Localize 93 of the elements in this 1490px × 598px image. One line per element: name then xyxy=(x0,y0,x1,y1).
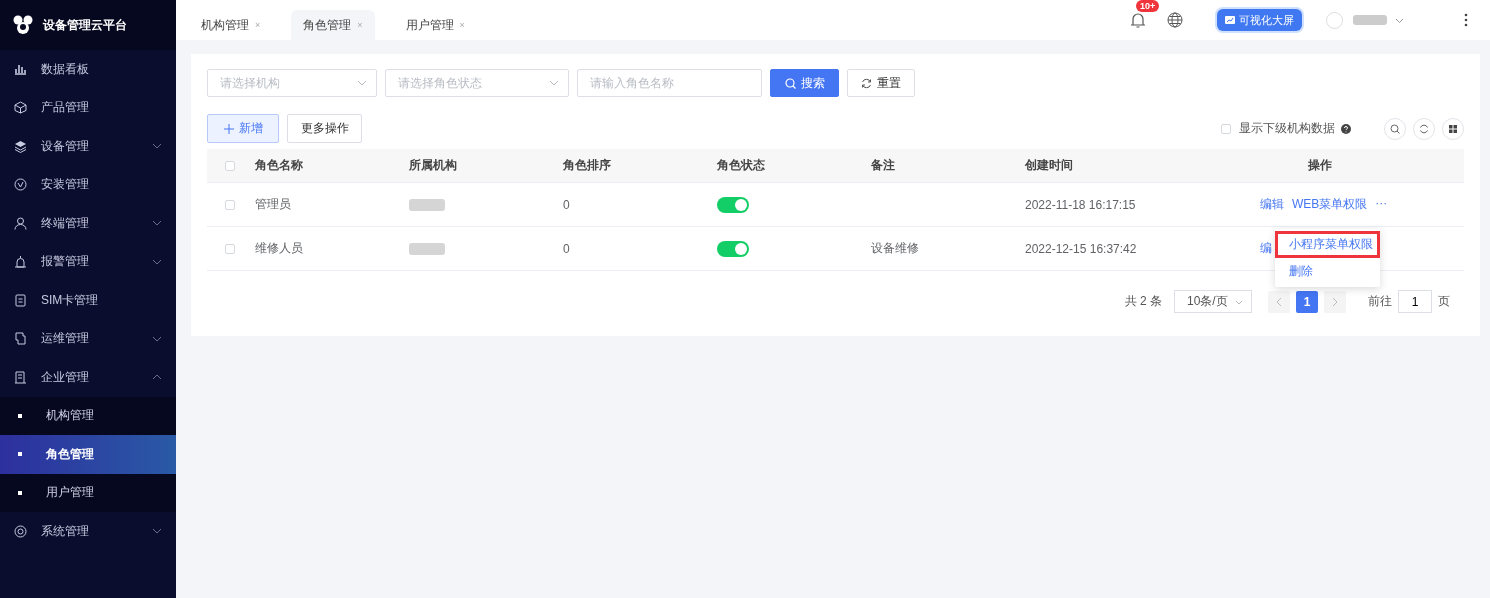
alarm-icon xyxy=(14,255,27,269)
refresh-button[interactable] xyxy=(1413,117,1435,140)
table-cell-text: 设备维修 xyxy=(871,240,920,257)
chevron-left-icon xyxy=(1276,297,1282,306)
user-icon xyxy=(14,216,27,230)
column-header: 操作 xyxy=(1307,157,1333,174)
sidebar-item[interactable]: 安装管理 xyxy=(0,165,176,204)
check-circle-icon xyxy=(14,178,27,192)
bar-chart-icon xyxy=(14,62,27,76)
column-header: 角色状态 xyxy=(717,157,766,174)
column-header: 创建时间 xyxy=(1025,157,1074,174)
dashboard-button[interactable]: 可视化大屏 xyxy=(1217,9,1302,31)
menu-item[interactable]: 删除 xyxy=(1275,258,1380,285)
sidebar-item[interactable]: 产品管理 xyxy=(0,88,176,127)
document-icon xyxy=(14,332,27,346)
select-field[interactable]: 请选择机构 xyxy=(207,69,377,97)
bell-icon[interactable] xyxy=(1129,11,1147,29)
page-input[interactable]: 1 xyxy=(1398,290,1432,313)
chevron-right-icon xyxy=(1332,297,1338,306)
page-size-select[interactable]: 10条/页 xyxy=(1174,290,1252,313)
monitor-icon xyxy=(1225,16,1235,24)
action-link[interactable]: 编 xyxy=(1260,240,1272,257)
next-page-button[interactable] xyxy=(1324,290,1346,313)
reset-button[interactable]: 重置 xyxy=(847,69,915,97)
checkbox-label: 显示下级机构数据 xyxy=(1239,120,1335,137)
columns-button[interactable] xyxy=(1442,117,1464,140)
add-button[interactable]: 新增 xyxy=(207,114,279,143)
chevron-down-icon xyxy=(549,78,559,88)
column-header: 所属机构 xyxy=(409,157,458,174)
table-cell-text: 2022-11-18 16:17:15 xyxy=(1025,197,1137,212)
submenu-item[interactable]: 用户管理 xyxy=(0,473,176,512)
checkbox[interactable] xyxy=(225,243,235,254)
layers-icon xyxy=(14,139,27,153)
column-header: 角色名称 xyxy=(255,157,304,174)
search-icon xyxy=(784,77,796,89)
toggle-switch[interactable] xyxy=(717,240,749,257)
logo-icon xyxy=(13,15,33,35)
page-suffix: 页 xyxy=(1438,293,1450,310)
sidebar-item[interactable]: 终端管理 xyxy=(0,204,176,243)
table-cell-text: 管理员 xyxy=(255,196,292,213)
jump-label: 前往 xyxy=(1368,293,1392,310)
action-link[interactable]: WEB菜单权限 xyxy=(1292,196,1368,213)
page-button[interactable]: 1 xyxy=(1296,290,1318,313)
menu-item[interactable]: 小程序菜单权限 xyxy=(1275,231,1380,258)
grid-icon xyxy=(1448,123,1458,134)
column-header: 备注 xyxy=(871,157,896,174)
app-title: 设备管理云平台 xyxy=(43,16,127,34)
search-icon xyxy=(1390,123,1400,134)
search-button[interactable]: 搜索 xyxy=(770,69,839,97)
submenu-item[interactable]: 机构管理 xyxy=(0,396,176,435)
settings-icon xyxy=(14,524,27,538)
globe-icon[interactable] xyxy=(1167,12,1183,28)
sidebar-item[interactable]: 数据看板 xyxy=(0,50,176,89)
action-link[interactable]: 编辑 xyxy=(1260,196,1284,213)
table-cell-text: 维修人员 xyxy=(255,240,304,257)
total-count: 共 2 条 xyxy=(1124,293,1162,310)
input-field[interactable]: 请输入角色名称 xyxy=(577,69,762,97)
column-header: 角色排序 xyxy=(563,157,612,174)
notification-badge: 10+ xyxy=(1136,0,1160,12)
sidebar-item[interactable]: SIM卡管理 xyxy=(0,281,176,320)
sidebar-item[interactable]: 运维管理 xyxy=(0,319,176,358)
sidebar-item[interactable]: 系统管理 xyxy=(0,512,176,551)
search-button[interactable] xyxy=(1384,117,1406,140)
submenu-item[interactable]: 角色管理 xyxy=(0,435,176,474)
checkbox[interactable] xyxy=(1221,123,1231,134)
more-vertical-icon[interactable] xyxy=(1464,13,1468,27)
prev-page-button[interactable] xyxy=(1268,290,1290,313)
checkbox[interactable] xyxy=(225,199,235,210)
more-actions-button[interactable]: 更多操作 xyxy=(287,114,362,143)
table-cell-text: 0 xyxy=(563,241,571,256)
tab[interactable]: 机构管理 × xyxy=(189,10,273,40)
toggle-switch[interactable] xyxy=(717,196,749,213)
table-cell-text: 0 xyxy=(563,197,571,212)
sim-card-icon xyxy=(14,293,27,307)
tab[interactable]: 角色管理 × xyxy=(291,10,375,40)
refresh-icon xyxy=(861,77,872,89)
cube-icon xyxy=(14,101,27,115)
redacted-block xyxy=(409,198,445,211)
more-link[interactable]: ··· xyxy=(1375,196,1388,213)
refresh-icon xyxy=(1419,123,1429,134)
plus-icon xyxy=(223,123,234,134)
table-cell-text: 2022-12-15 16:37:42 xyxy=(1025,241,1138,256)
building-icon xyxy=(14,370,27,384)
select-field[interactable]: 请选择角色状态 xyxy=(385,69,569,97)
checkbox[interactable] xyxy=(225,160,235,171)
help-icon xyxy=(1341,123,1351,134)
sidebar-item[interactable]: 企业管理 xyxy=(0,358,176,397)
redacted-block xyxy=(409,242,445,255)
sidebar-item[interactable]: 设备管理 xyxy=(0,127,176,166)
chevron-down-icon xyxy=(357,78,367,88)
tab[interactable]: 用户管理 × xyxy=(393,10,477,40)
redacted-username xyxy=(1353,15,1387,25)
sidebar-item[interactable]: 报警管理 xyxy=(0,242,176,281)
